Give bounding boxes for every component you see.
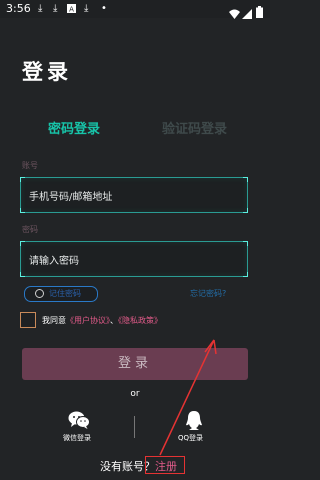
corner-decoration — [243, 241, 248, 246]
cellular-icon — [242, 4, 252, 23]
remember-password-label: 记住密码 — [49, 289, 81, 298]
wifi-icon — [229, 4, 240, 23]
corner-decoration — [243, 177, 248, 182]
wechat-icon — [68, 410, 90, 432]
agreement-separator: 、 — [110, 316, 118, 325]
password-label: 密码 — [22, 225, 38, 234]
status-time: 3:56 — [6, 2, 31, 15]
password-field[interactable]: 请输入密码 — [20, 241, 248, 277]
page-title: 登录 — [22, 60, 72, 84]
password-placeholder: 请输入密码 — [29, 256, 79, 267]
account-label: 账号 — [22, 161, 38, 170]
corner-decoration — [20, 272, 25, 277]
annotation-highlight-box — [145, 456, 185, 474]
corner-decoration — [20, 177, 25, 182]
tab-password-login[interactable]: 密码登录 — [48, 118, 100, 137]
divider — [134, 416, 135, 438]
account-field[interactable]: 手机号码/邮箱地址 — [20, 177, 248, 213]
download-icon: ⤓ — [84, 3, 89, 14]
dot-icon: • — [101, 3, 107, 14]
qq-icon — [183, 410, 205, 432]
account-placeholder: 手机号码/邮箱地址 — [29, 192, 113, 203]
remember-password-toggle[interactable]: 记住密码 — [24, 286, 98, 302]
download-icon: ⤓ — [53, 3, 58, 14]
agreement-checkbox[interactable] — [20, 312, 36, 328]
agreement-prefix: 我同意 — [42, 316, 66, 325]
svg-text:A: A — [69, 6, 74, 14]
tab-code-login[interactable]: 验证码登录 — [162, 118, 227, 137]
status-bar: 3:56 ⤓ ⤓ A ⤓ • — [0, 0, 270, 20]
corner-decoration — [20, 241, 25, 246]
font-a-icon: A — [67, 0, 76, 20]
download-icon: ⤓ — [38, 3, 43, 14]
corner-decoration — [243, 272, 248, 277]
agreement-text: 我同意《用户协议》、《隐私政策》 — [42, 315, 162, 326]
battery-icon — [256, 3, 263, 22]
corner-decoration — [243, 208, 248, 213]
wechat-login-button[interactable] — [64, 410, 94, 434]
forgot-password-link[interactable]: 忘记密码? — [190, 288, 226, 299]
privacy-policy-link[interactable]: 《隐私政策》 — [118, 316, 162, 325]
user-agreement-link[interactable]: 《用户协议》 — [66, 316, 110, 325]
or-separator: or — [130, 389, 140, 399]
wechat-login-label: 微信登录 — [63, 434, 91, 442]
qq-login-label: QQ登录 — [178, 434, 204, 442]
radio-circle-icon — [35, 289, 44, 298]
corner-decoration — [20, 208, 25, 213]
login-button[interactable]: 登录 — [22, 348, 248, 380]
